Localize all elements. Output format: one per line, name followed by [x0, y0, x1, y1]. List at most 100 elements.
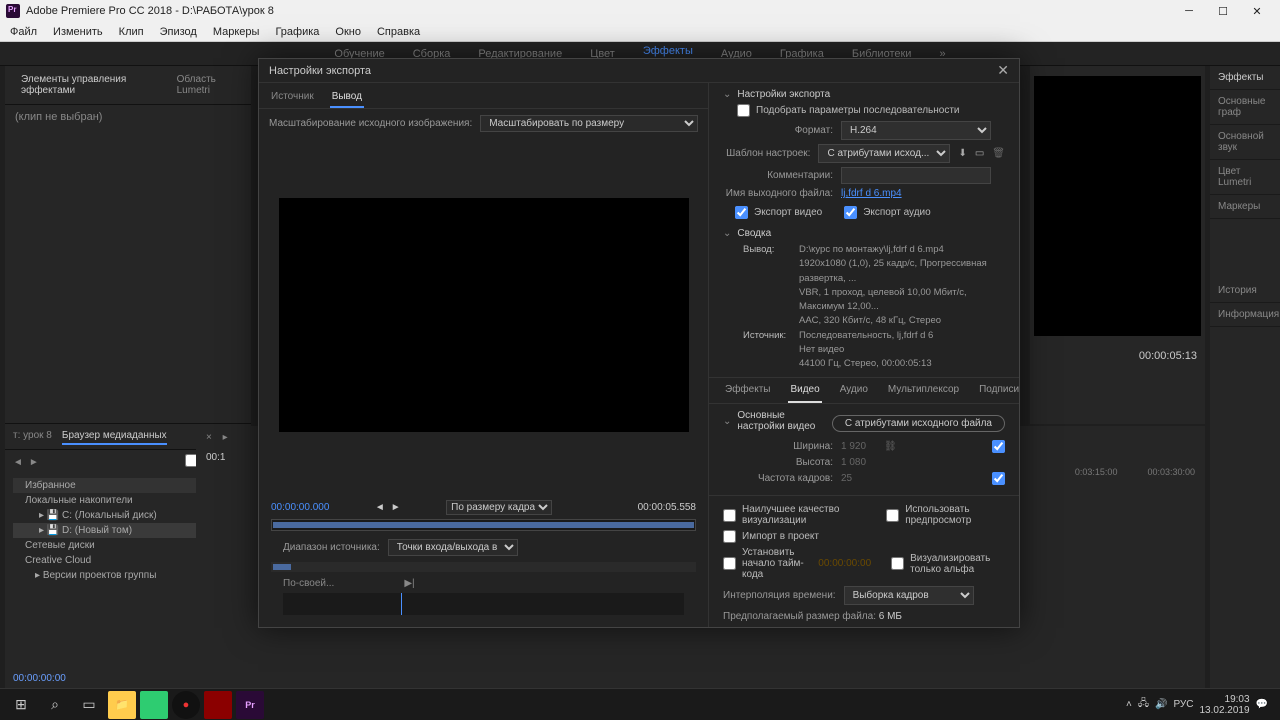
- export-video-checkbox[interactable]: [735, 206, 748, 219]
- time-interp-select[interactable]: Выборка кадров: [844, 586, 974, 605]
- use-preview-checkbox[interactable]: [886, 509, 899, 522]
- tray-chevron-icon[interactable]: ˄: [1126, 699, 1132, 710]
- section-summary[interactable]: Сводка: [723, 228, 1005, 239]
- program-preview: [1034, 76, 1201, 336]
- tab-project[interactable]: т: урок 8: [13, 430, 52, 445]
- app-logo-icon: [6, 4, 20, 18]
- height-value[interactable]: 1 080: [841, 457, 866, 468]
- vstab-captions[interactable]: Подписи: [977, 378, 1019, 403]
- width-match-checkbox[interactable]: [992, 440, 1005, 453]
- menu-file[interactable]: Файл: [2, 24, 45, 40]
- rp-effects[interactable]: Эффекты: [1210, 66, 1280, 90]
- import-preset-icon[interactable]: ▭: [975, 148, 984, 159]
- nav-back-icon[interactable]: ◄: [13, 457, 23, 468]
- program-tc: 00:00:05:13: [1030, 346, 1205, 366]
- format-select[interactable]: H.264: [841, 121, 991, 140]
- width-value[interactable]: 1 920: [841, 441, 866, 452]
- tab-lumetri-scopes[interactable]: Область Lumetri: [169, 70, 243, 100]
- timeline-close-icon[interactable]: ×: [206, 432, 212, 443]
- section-export-settings[interactable]: Настройки экспорта: [723, 89, 1005, 100]
- system-tray[interactable]: ˄ 🖧 🔊 РУС 19:0313.02.2019 💬: [1118, 694, 1276, 716]
- fps-value[interactable]: 25: [841, 473, 852, 484]
- set-tc-checkbox[interactable]: [723, 557, 736, 570]
- link-dim-icon[interactable]: ⛓: [884, 441, 897, 452]
- rp-graphics[interactable]: Основные граф: [1210, 90, 1280, 125]
- vstab-effects[interactable]: Эффекты: [723, 378, 772, 403]
- export-settings-pane: Настройки экспорта Подобрать параметры п…: [709, 83, 1019, 627]
- rp-info[interactable]: Информация: [1210, 303, 1280, 327]
- minimize-button[interactable]: ─: [1172, 0, 1206, 22]
- tray-volume-icon[interactable]: 🔊: [1155, 699, 1167, 710]
- tray-notifications-icon[interactable]: 💬: [1256, 699, 1268, 710]
- max-render-checkbox[interactable]: [723, 509, 736, 522]
- main-menu: Файл Изменить Клип Эпизод Маркеры График…: [0, 22, 1280, 42]
- step-end-icon[interactable]: ▶|: [404, 578, 414, 589]
- fit-select[interactable]: По размеру кадра: [446, 500, 552, 515]
- prev-frame-icon[interactable]: ◄: [375, 502, 385, 513]
- scale-select[interactable]: Масштабировать по размеру: [480, 115, 698, 132]
- vstab-mux[interactable]: Мультиплексор: [886, 378, 961, 403]
- maximize-button[interactable]: ☐: [1206, 0, 1240, 22]
- export-preview-pane: Источник Вывод Масштабирование исходного…: [259, 83, 709, 627]
- tab-effect-controls[interactable]: Элементы управления эффектами: [13, 70, 155, 100]
- rp-lumetri[interactable]: Цвет Lumetri: [1210, 160, 1280, 195]
- no-clip-label: (клип не выбран): [5, 105, 251, 129]
- match-sequence-checkbox[interactable]: [737, 104, 750, 117]
- preview-range-bar[interactable]: [271, 519, 696, 531]
- vstab-audio[interactable]: Аудио: [838, 378, 870, 403]
- preview-playhead-track[interactable]: [283, 593, 684, 615]
- search-icon[interactable]: ⌕: [38, 691, 72, 719]
- preset-select[interactable]: С атрибутами исход...: [818, 144, 950, 163]
- export-settings-dialog: Настройки экспорта ✕ Источник Вывод Масш…: [258, 58, 1020, 628]
- task-view-icon[interactable]: ▭: [72, 691, 106, 719]
- import-project-checkbox[interactable]: [723, 530, 736, 543]
- menu-markers[interactable]: Маркеры: [205, 24, 268, 40]
- dialog-titlebar[interactable]: Настройки экспорта ✕: [259, 59, 1019, 83]
- menu-graphics[interactable]: Графика: [267, 24, 327, 40]
- alpha-only-checkbox[interactable]: [891, 557, 904, 570]
- tray-network-icon[interactable]: 🖧: [1138, 696, 1149, 713]
- save-preset-icon[interactable]: ⬇: [958, 148, 966, 159]
- dialog-close-icon[interactable]: ✕: [997, 62, 1009, 79]
- tab-output[interactable]: Вывод: [330, 87, 364, 108]
- tb-app-red[interactable]: [204, 691, 232, 719]
- tb-record[interactable]: ●: [172, 691, 200, 719]
- nav-fwd-icon[interactable]: ►: [29, 457, 39, 468]
- next-frame-icon[interactable]: ►: [391, 502, 401, 513]
- rp-markers[interactable]: Маркеры: [1210, 195, 1280, 219]
- start-button[interactable]: ⊞: [4, 691, 38, 719]
- tb-explorer[interactable]: 📁: [108, 691, 136, 719]
- preview-sub-track[interactable]: [271, 562, 696, 572]
- vstab-video[interactable]: Видео: [788, 378, 821, 403]
- tray-lang[interactable]: РУС: [1173, 699, 1193, 710]
- tb-premiere[interactable]: Pr: [236, 691, 264, 719]
- tab-source[interactable]: Источник: [269, 87, 316, 108]
- comments-input[interactable]: [841, 167, 991, 184]
- menu-window[interactable]: Окно: [327, 24, 369, 40]
- track-mode-label[interactable]: По-своей...: [283, 578, 334, 589]
- est-size-value: 6 МБ: [879, 611, 902, 622]
- export-audio-checkbox[interactable]: [844, 206, 857, 219]
- menu-sequence[interactable]: Эпизод: [152, 24, 205, 40]
- fps-match-checkbox[interactable]: [992, 472, 1005, 485]
- section-basic-video[interactable]: Основные настройки видео: [723, 410, 832, 432]
- menu-clip[interactable]: Клип: [111, 24, 152, 40]
- menu-help[interactable]: Справка: [369, 24, 428, 40]
- tab-media-browser[interactable]: Браузер медиаданных: [62, 430, 167, 445]
- preview-in-tc[interactable]: 00:00:00.000: [271, 502, 329, 513]
- timeline-seq-name[interactable]: ▸: [223, 432, 228, 443]
- match-source-button[interactable]: С атрибутами исходного файла: [832, 415, 1005, 432]
- rp-sound[interactable]: Основной звук: [1210, 125, 1280, 160]
- tb-whatsapp[interactable]: [140, 691, 168, 719]
- timeline-tc[interactable]: 00:1: [206, 452, 225, 463]
- close-button[interactable]: ✕: [1240, 0, 1274, 22]
- preview-viewport: [279, 198, 689, 432]
- src-range-label: Диапазон источника:: [283, 542, 380, 553]
- delete-preset-icon[interactable]: 🗑: [992, 148, 1005, 159]
- tray-clock[interactable]: 19:0313.02.2019: [1199, 694, 1249, 716]
- src-range-select[interactable]: Точки входа/выхода в эпиз...: [388, 539, 518, 556]
- effect-controls-panel: Элементы управления эффектами Область Lu…: [5, 66, 251, 424]
- output-filename-link[interactable]: lj,fdrf d 6.mp4: [841, 188, 902, 199]
- rp-history[interactable]: История: [1210, 279, 1280, 303]
- menu-edit[interactable]: Изменить: [45, 24, 111, 40]
